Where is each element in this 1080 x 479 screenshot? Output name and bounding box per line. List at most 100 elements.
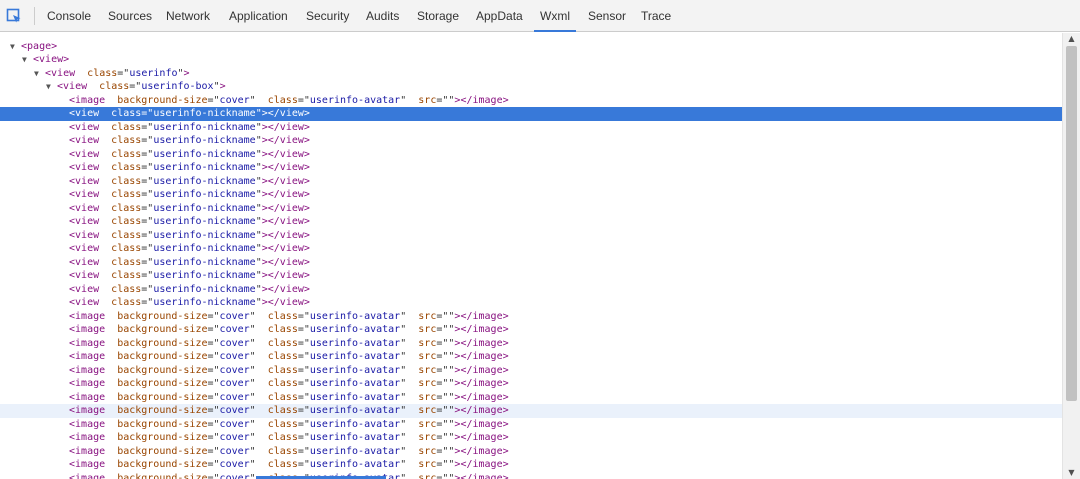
- tree-node-row[interactable]: <image background-size="cover" class="us…: [0, 310, 1062, 324]
- tree-node-row[interactable]: <view class="userinfo-nickname"></view>: [0, 161, 1062, 175]
- tree-node-row[interactable]: ▼ <view>: [0, 53, 1062, 67]
- attr-equals: =": [141, 283, 154, 295]
- attr-space: [105, 459, 117, 470]
- closing-tag-name: image: [472, 310, 503, 322]
- attr-equals: =": [141, 189, 154, 200]
- attr-space: [406, 311, 418, 322]
- tree-node-row[interactable]: <image background-size="cover" class="us…: [0, 391, 1062, 405]
- attribute-name: src: [418, 310, 437, 322]
- tree-node-row[interactable]: ▼ <view class="userinfo">: [0, 67, 1062, 81]
- attr-equals: =": [436, 337, 449, 349]
- tab-storage[interactable]: Storage: [417, 0, 459, 32]
- tab-trace[interactable]: Trace: [641, 0, 671, 32]
- tree-node-row[interactable]: <view class="userinfo-nickname"></view>: [0, 242, 1062, 256]
- tab-wxml[interactable]: Wxml: [534, 0, 576, 32]
- tree-node-row[interactable]: <image background-size="cover" class="us…: [0, 404, 1062, 418]
- tree-node-row[interactable]: <image background-size="cover" class="us…: [0, 431, 1062, 445]
- tab-sensor[interactable]: Sensor: [588, 0, 626, 32]
- tree-node-row[interactable]: <view class="userinfo-nickname"></view>: [0, 107, 1062, 121]
- closing-tag-open: </: [460, 378, 473, 389]
- tree-node-row[interactable]: <image background-size="cover" class="us…: [0, 445, 1062, 459]
- attribute-value: userinfo-nickname: [153, 135, 256, 146]
- tree-node-row[interactable]: ▼ <view class="userinfo-box">: [0, 80, 1062, 94]
- node-markup: <view class="userinfo-nickname"></view>: [69, 107, 310, 121]
- select-element-icon[interactable]: [6, 8, 22, 24]
- tag-name: view: [75, 297, 100, 308]
- node-markup: <view class="userinfo-nickname"></view>: [69, 121, 310, 135]
- tag-name: image: [75, 459, 106, 470]
- tree-node-row[interactable]: <view class="userinfo-nickname"></view>: [0, 296, 1062, 310]
- tree-node-row[interactable]: <image background-size="cover" class="us…: [0, 458, 1062, 472]
- tab-security[interactable]: Security: [306, 0, 349, 32]
- tree-node-row[interactable]: <view class="userinfo-nickname"></view>: [0, 134, 1062, 148]
- tab-audits[interactable]: Audits: [366, 0, 399, 32]
- tab-console[interactable]: Console: [47, 0, 91, 32]
- closing-tag-end: >: [303, 175, 310, 187]
- tree-node-row[interactable]: <view class="userinfo-nickname"></view>: [0, 188, 1062, 202]
- scroll-up-icon[interactable]: ▲: [1063, 33, 1080, 45]
- attr-equals: =": [207, 351, 220, 362]
- closing-tag-name: view: [279, 283, 304, 295]
- attr-space: [99, 176, 111, 187]
- closing-tag-open: </: [460, 459, 473, 470]
- node-markup: <image background-size="cover" class="us…: [69, 323, 509, 337]
- tree-node-row[interactable]: <view class="userinfo-nickname"></view>: [0, 283, 1062, 297]
- expand-triangle-icon[interactable]: ▼: [10, 40, 15, 54]
- attribute-name: class: [267, 337, 298, 349]
- attr-space: [406, 95, 418, 106]
- tag-name: image: [75, 378, 106, 389]
- attr-space: [256, 311, 268, 322]
- tree-node-row[interactable]: <view class="userinfo-nickname"></view>: [0, 148, 1062, 162]
- attribute-name: class: [267, 378, 298, 389]
- attr-equals: =": [297, 378, 310, 389]
- tree-node-row[interactable]: <image background-size="cover" class="us…: [0, 364, 1062, 378]
- attr-space: [256, 392, 268, 403]
- node-markup: <image background-size="cover" class="us…: [69, 377, 509, 391]
- scroll-down-icon[interactable]: ▼: [1063, 467, 1080, 479]
- closing-tag-name: image: [472, 94, 503, 106]
- tree-node-row[interactable]: <view class="userinfo-nickname"></view>: [0, 202, 1062, 216]
- tab-application[interactable]: Application: [229, 0, 288, 32]
- tree-node-row[interactable]: <view class="userinfo-nickname"></view>: [0, 256, 1062, 270]
- vertical-scrollbar[interactable]: ▲ ▼: [1062, 33, 1080, 479]
- tree-node-row[interactable]: <view class="userinfo-nickname"></view>: [0, 121, 1062, 135]
- node-markup: <view class="userinfo-nickname"></view>: [69, 134, 310, 148]
- closing-tag-end: >: [502, 432, 509, 443]
- expand-triangle-icon[interactable]: ▼: [46, 80, 51, 94]
- tree-node-row[interactable]: <image background-size="cover" class="us…: [0, 337, 1062, 351]
- tab-network[interactable]: Network: [166, 0, 210, 32]
- attr-equals: =": [141, 243, 154, 254]
- attribute-value: userinfo-nickname: [153, 270, 256, 281]
- attr-equals: =": [436, 351, 449, 362]
- tag-close-bracket: >: [63, 54, 70, 65]
- attr-space: [87, 81, 99, 92]
- node-markup: <view class="userinfo-nickname"></view>: [69, 175, 310, 189]
- tree-node-row[interactable]: <image background-size="cover" class="us…: [0, 323, 1062, 337]
- tab-sources[interactable]: Sources: [108, 0, 152, 32]
- tree-node-row[interactable]: <view class="userinfo-nickname"></view>: [0, 215, 1062, 229]
- tree-node-row[interactable]: <image background-size="cover" class="us…: [0, 94, 1062, 108]
- closing-tag-name: view: [279, 297, 304, 308]
- attribute-value: userinfo-nickname: [153, 243, 256, 254]
- tree-node-row[interactable]: <image background-size="cover" class="us…: [0, 472, 1062, 479]
- tree-node-row[interactable]: <image background-size="cover" class="us…: [0, 350, 1062, 364]
- tag-name: view: [75, 283, 100, 295]
- attr-space: [406, 419, 418, 430]
- tree-node-row[interactable]: <view class="userinfo-nickname"></view>: [0, 229, 1062, 243]
- tree-node-row[interactable]: ▼ <page>: [0, 40, 1062, 54]
- attribute-value: userinfo-nickname: [153, 108, 256, 119]
- scrollbar-thumb[interactable]: [1066, 46, 1077, 401]
- tree-node-row[interactable]: <image background-size="cover" class="us…: [0, 377, 1062, 391]
- tree-node-row[interactable]: <view class="userinfo-nickname"></view>: [0, 269, 1062, 283]
- tree-node-row[interactable]: <image background-size="cover" class="us…: [0, 418, 1062, 432]
- tree-node-row[interactable]: <view class="userinfo-nickname"></view>: [0, 175, 1062, 189]
- attr-equals: =": [141, 135, 154, 146]
- expand-triangle-icon[interactable]: ▼: [22, 53, 27, 67]
- attribute-name: class: [267, 445, 298, 457]
- attr-space: [406, 365, 418, 376]
- attr-equals: =": [297, 405, 310, 416]
- attribute-name: class: [267, 324, 298, 335]
- attr-space: [256, 365, 268, 376]
- expand-triangle-icon[interactable]: ▼: [34, 67, 39, 81]
- tab-appdata[interactable]: AppData: [476, 0, 523, 32]
